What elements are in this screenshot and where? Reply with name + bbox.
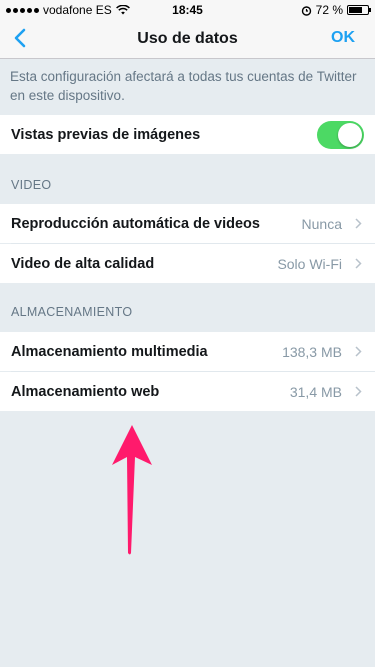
video-section-header: VIDEO	[11, 178, 52, 192]
storage-section-header: ALMACENAMIENTO	[11, 305, 133, 319]
image-previews-row[interactable]: Vistas previas de imágenes	[0, 115, 375, 154]
battery-icon	[347, 5, 371, 15]
annotation-arrow-icon	[112, 425, 152, 555]
alarm-icon	[301, 5, 311, 16]
toggle-knob	[338, 123, 362, 147]
page-title: Uso de datos	[137, 30, 238, 47]
web-storage-value: 31,4 MB	[289, 383, 342, 400]
autoplay-videos-label: Reproducción automática de videos	[11, 215, 260, 232]
web-storage-row[interactable]: Almacenamiento web 31,4 MB	[0, 372, 375, 411]
autoplay-videos-value: Nunca	[301, 215, 342, 232]
hq-video-value: Solo Wi-Fi	[277, 255, 342, 272]
media-storage-value: 138,3 MB	[282, 343, 342, 360]
settings-info-text: Esta configuración afectará a todas tus …	[10, 69, 357, 103]
image-previews-toggle[interactable]	[317, 121, 364, 149]
status-bar: vodafone ES 18:45 72 %	[0, 0, 375, 20]
battery-percentage: 72 %	[315, 3, 343, 17]
hq-video-row[interactable]: Video de alta calidad Solo Wi-Fi	[0, 244, 375, 283]
web-storage-label: Almacenamiento web	[11, 383, 160, 400]
chevron-right-icon	[355, 258, 362, 269]
autoplay-videos-row[interactable]: Reproducción automática de videos Nunca	[0, 204, 375, 243]
ok-button[interactable]: OK	[331, 29, 355, 47]
chevron-right-icon	[355, 386, 362, 397]
media-storage-label: Almacenamiento multimedia	[11, 343, 208, 360]
battery-fill	[349, 7, 362, 13]
image-previews-label: Vistas previas de imágenes	[11, 126, 201, 143]
navigation-bar: Uso de datos OK	[0, 20, 375, 59]
status-right: 72 %	[301, 3, 371, 17]
media-storage-row[interactable]: Almacenamiento multimedia 138,3 MB	[0, 332, 375, 371]
chevron-right-icon	[355, 346, 362, 357]
chevron-right-icon	[355, 218, 362, 229]
hq-video-label: Video de alta calidad	[11, 255, 155, 272]
